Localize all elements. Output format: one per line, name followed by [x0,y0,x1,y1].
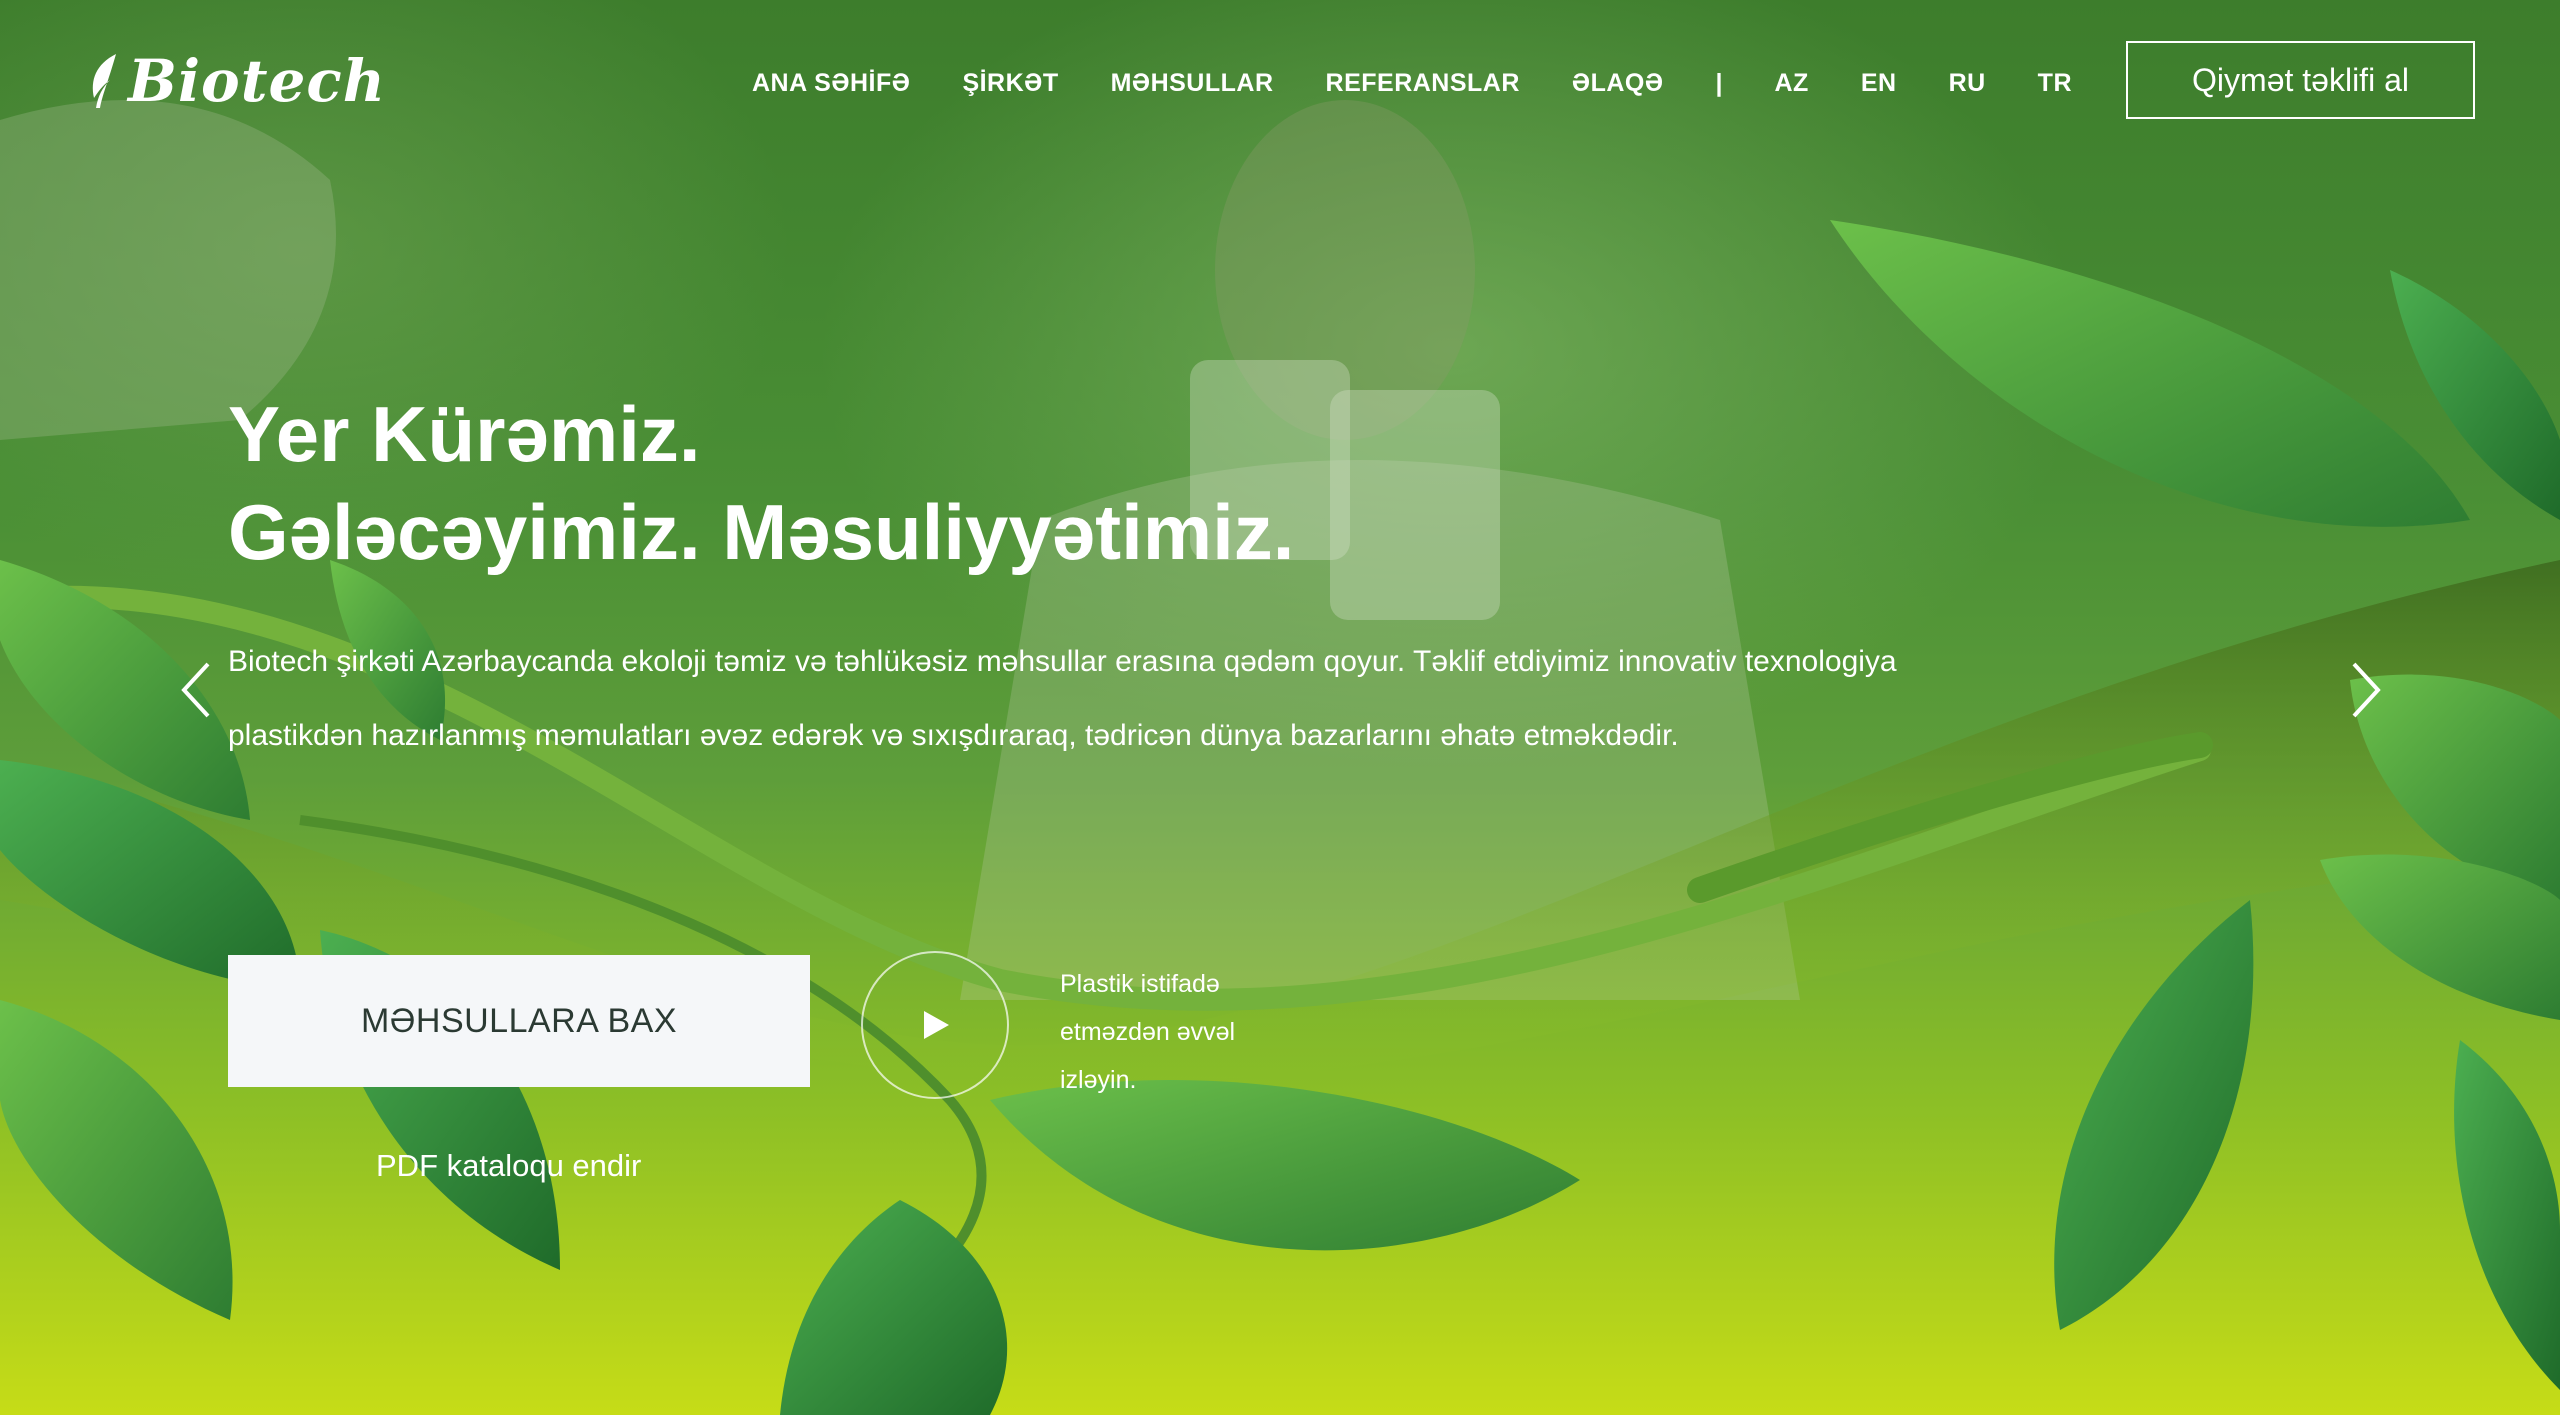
leaf [1830,220,2470,527]
main-nav: ANA SƏHİFƏ ŞİRKƏT MƏHSULLAR REFERANSLAR … [752,62,2124,104]
cup-right [1330,390,1500,620]
nav-item-references[interactable]: REFERANSLAR [1326,69,1520,98]
nav-item-home[interactable]: ANA SƏHİFƏ [752,69,910,98]
chevron-left-icon [181,662,210,718]
play-icon [924,1011,949,1039]
nav-item-products[interactable]: MƏHSULLAR [1111,69,1274,98]
lang-tr[interactable]: TR [2038,69,2072,98]
lang-az[interactable]: AZ [1775,69,1809,98]
slider-prev-button[interactable] [172,660,222,720]
leaf [0,1000,233,1320]
nav-item-contact[interactable]: ƏLAQƏ [1572,69,1664,98]
brand-logo[interactable]: Biotech [88,46,386,116]
play-video-button[interactable] [861,951,1009,1099]
chevron-right-icon [2352,662,2381,718]
hero-title-line-2: Gələcəyimiz. Məsuliyyətimiz. [228,488,1295,576]
hero-section: Biotech ANA SƏHİFƏ ŞİRKƏT MƏHSULLAR REFE… [0,0,2560,1415]
quote-button[interactable]: Qiymət təklifi al [2126,41,2475,119]
nav-item-company[interactable]: ŞİRKƏT [962,69,1058,98]
lang-ru[interactable]: RU [1949,69,1986,98]
brand-name: Biotech [128,47,386,115]
video-caption: Plastik istifadə etməzdən əvvəl izləyin. [1060,960,1300,1104]
video-caption-line-3: izləyin. [1060,1066,1137,1094]
leaf [2454,1040,2560,1390]
hero-description: Biotech şirkəti Azərbaycanda ekoloji təm… [228,645,1897,752]
pdf-catalog-link[interactable]: PDF kataloqu endir [376,1148,641,1184]
leaf-icon [92,54,116,108]
lang-en[interactable]: EN [1861,69,1897,98]
slider-next-button[interactable] [2340,660,2390,720]
leaf [2054,900,2254,1330]
leaf [780,1200,1008,1415]
video-caption-line-1: Plastik istifadə [1060,970,1220,998]
leaf [990,1079,1580,1251]
hero-title-line-1: Yer Kürəmiz. [228,390,701,478]
nav-separator: | [1715,68,1723,97]
video-caption-line-2: etməzdən əvvəl [1060,1018,1236,1046]
view-products-button[interactable]: MƏHSULLARA BAX [228,955,810,1087]
hero-title: Yer Kürəmiz. Gələcəyimiz. Məsuliyyətimiz… [228,385,1294,581]
